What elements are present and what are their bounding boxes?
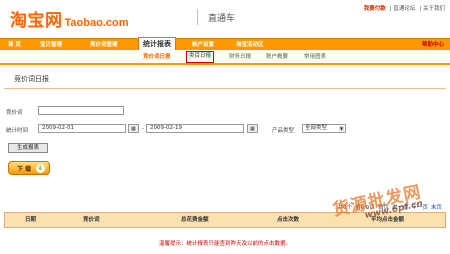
generate-report-button[interactable]: 生成报表 bbox=[8, 143, 48, 153]
forum-link[interactable]: | 直通论坛 bbox=[390, 4, 416, 12]
calendar-icon: ▦ bbox=[250, 125, 255, 132]
page-title: 竞价词日报 bbox=[14, 75, 49, 83]
keyword-input[interactable] bbox=[38, 106, 124, 115]
download-label: 下 载 bbox=[17, 165, 32, 173]
col-keyword[interactable]: 竞价词 bbox=[83, 213, 100, 227]
col-total-cost[interactable]: 总花费金额 bbox=[181, 213, 209, 227]
start-date-input[interactable]: 2009-02-01 bbox=[38, 124, 126, 133]
product-type-value: 全部类型 bbox=[305, 125, 328, 131]
section-divider bbox=[4, 88, 446, 89]
start-calendar-button[interactable]: ▦ bbox=[128, 124, 139, 133]
main-nav: 首 页 宝贝管理 竞价词管理 统计报表 帐户设置 淘宝活动区 帮助中心 bbox=[0, 37, 450, 51]
logo-text-cn: 淘宝网 bbox=[10, 11, 63, 31]
about-link[interactable]: | 关于我们 bbox=[419, 4, 445, 12]
col-clicks[interactable]: 点击次数 bbox=[277, 213, 299, 227]
logo-divider bbox=[197, 9, 198, 25]
col-date[interactable]: 日期 bbox=[25, 213, 36, 227]
download-arrow-icon: ⇩ bbox=[36, 164, 45, 173]
subnav-account-summary[interactable]: 账户概要 bbox=[266, 53, 288, 62]
end-calendar-button[interactable]: ▦ bbox=[247, 124, 258, 133]
header: 淘宝网 Taobao.com 直通车 我要付款 | 直通论坛 | 关于我们 bbox=[0, 0, 450, 34]
date-separator: - bbox=[142, 126, 144, 132]
taobao-logo[interactable]: 淘宝网 Taobao.com bbox=[10, 6, 128, 31]
product-name: 直通车 bbox=[208, 14, 236, 24]
time-label: 统计时间 bbox=[6, 128, 29, 134]
recharge-link[interactable]: 我要付款 bbox=[364, 4, 386, 12]
nav-item-reports[interactable]: 统计报表 bbox=[138, 37, 176, 51]
subnav-finance-daily[interactable]: 财务日报 bbox=[229, 53, 251, 62]
hint-text: 温馨提示：统计报表只能查到昨天及以前的点击数据。 bbox=[158, 241, 291, 247]
chevron-down-icon: ▼ bbox=[339, 126, 344, 131]
product-type-select[interactable]: 全部类型 ▼ bbox=[302, 124, 346, 133]
download-button[interactable]: 下 载 ⇩ bbox=[8, 161, 50, 175]
subnav-keyword-daily[interactable]: 竞价词日报 bbox=[143, 53, 171, 62]
sub-nav: 竞价词日报 类目日报 财务日报 账户概要 常用图表 bbox=[0, 50, 450, 65]
subnav-charts[interactable]: 常用图表 bbox=[304, 53, 326, 62]
subnav-category-daily[interactable]: 类目日报 bbox=[186, 51, 215, 63]
keyword-label: 竞价词 bbox=[6, 110, 23, 116]
end-date-input[interactable]: 2009-02-19 bbox=[146, 124, 244, 133]
last-page-link[interactable]: 末页 bbox=[431, 203, 442, 211]
calendar-icon: ▦ bbox=[131, 125, 136, 132]
logo-text-en: Taobao.com bbox=[64, 17, 129, 29]
product-type-label: 产品类型 bbox=[272, 128, 295, 134]
top-links: 我要付款 | 直通论坛 | 关于我们 bbox=[364, 4, 445, 12]
